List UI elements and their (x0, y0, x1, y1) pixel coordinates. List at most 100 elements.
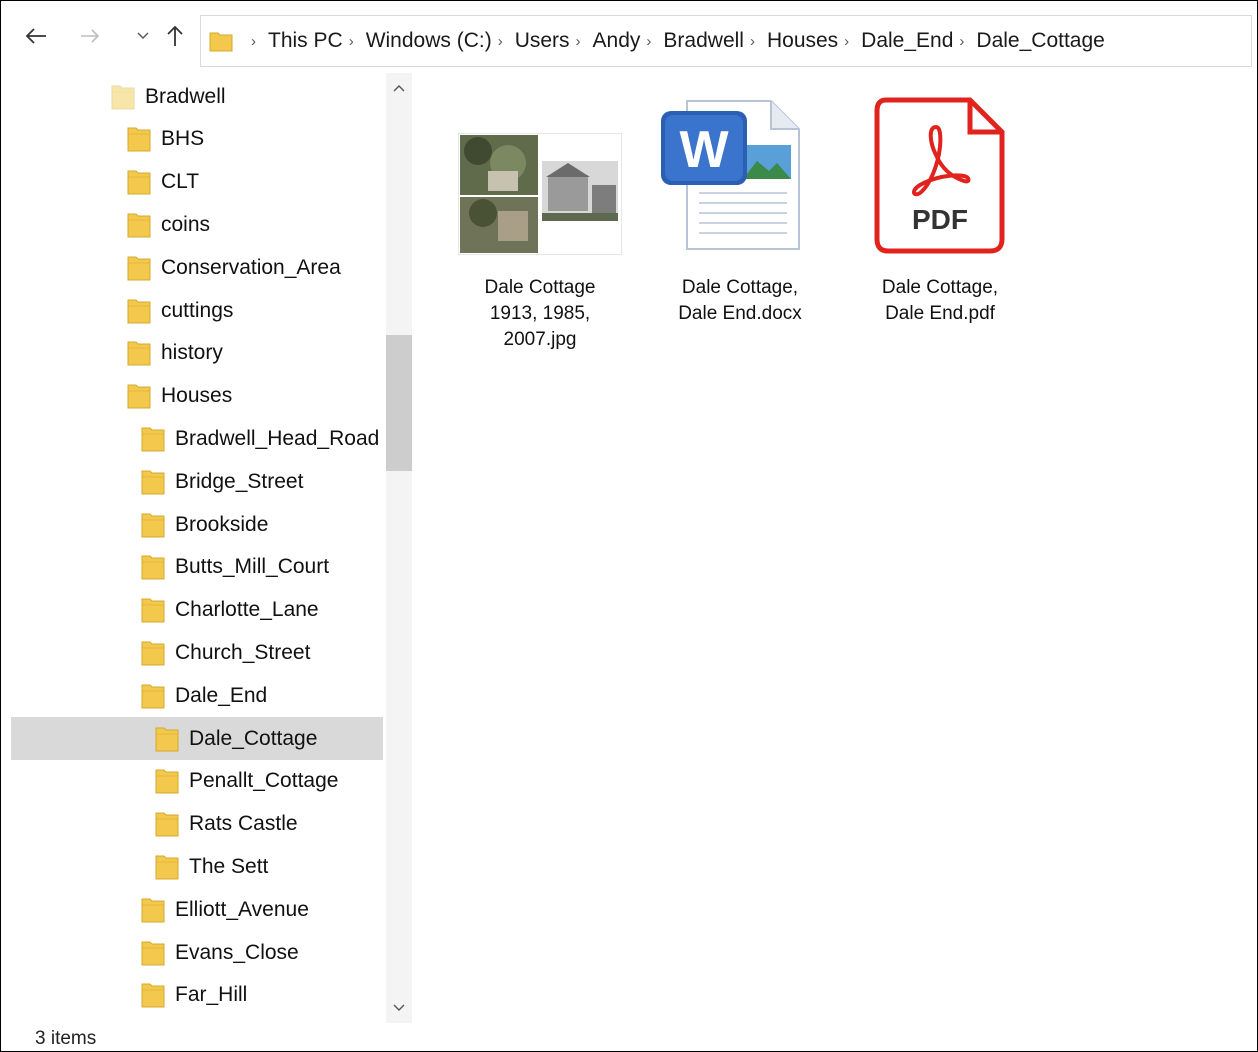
tree-item[interactable]: Dale_End (11, 674, 383, 717)
tree-item[interactable]: Butts_Mill_Court (11, 546, 383, 589)
folder-icon (155, 727, 179, 751)
breadcrumb-item[interactable]: Dale_End (861, 29, 953, 53)
file-name: Dale Cottage, Dale End.pdf (881, 277, 999, 324)
folder-icon (155, 769, 179, 794)
file-item-jpg[interactable]: Dale Cottage 1913, 1985, 2007.jpg (456, 97, 624, 353)
folder-icon (127, 384, 151, 409)
tree-item[interactable]: BHS (11, 118, 383, 161)
tree-item-label: BHS (161, 127, 205, 151)
breadcrumb-separator-icon[interactable]: › (498, 33, 503, 50)
breadcrumb-item[interactable]: Windows (C:) (366, 29, 492, 53)
breadcrumb-separator-icon[interactable]: › (349, 33, 354, 50)
tree-item[interactable]: CLT (11, 161, 383, 204)
scroll-down-button[interactable] (386, 993, 412, 1023)
tree-item-label: Bradwell_Head_Road (175, 426, 380, 450)
tree-item[interactable]: Brookside (11, 503, 383, 546)
word-document-icon: W (656, 97, 824, 275)
tree-item[interactable]: Bradwell (11, 75, 383, 118)
folder-icon (127, 170, 151, 195)
scroll-thumb[interactable] (386, 335, 412, 471)
up-button[interactable] (160, 21, 190, 51)
navigation-bar: › This PC › Windows (C:) › Users › Andy › Bradwel… (1, 1, 1257, 71)
breadcrumb-separator-icon[interactable]: › (251, 33, 256, 50)
tree-item-label: Penallt_Cottage (189, 769, 339, 793)
status-bar: 3 items (1, 1024, 1257, 1051)
tree-item[interactable]: Church_Street (11, 631, 383, 674)
tree-item-label: The Sett (189, 854, 269, 878)
tree-item[interactable]: Charlotte_Lane (11, 589, 383, 632)
folder-icon (111, 85, 135, 109)
pdf-document-icon: PDF (856, 97, 1024, 275)
breadcrumb-separator-icon[interactable]: › (646, 33, 651, 50)
tree-item[interactable]: Conservation_Area (11, 246, 383, 289)
breadcrumb: › This PC › Windows (C:) › Users › Andy › Bradwel… (245, 29, 1105, 53)
folder-icon (127, 256, 151, 281)
breadcrumb-item[interactable]: Users (515, 29, 570, 53)
breadcrumb-separator-icon[interactable]: › (959, 33, 964, 50)
file-name: Dale Cottage 1913, 1985, 2007.jpg (484, 277, 596, 350)
svg-text:PDF: PDF (912, 204, 968, 235)
folder-icon (155, 812, 179, 837)
arrow-left-icon (25, 28, 46, 44)
file-item-docx[interactable]: W Dale Cottage, Dale End.docx (656, 97, 824, 327)
breadcrumb-separator-icon[interactable]: › (750, 33, 755, 50)
tree-item[interactable]: Elliott_Avenue (11, 888, 383, 931)
address-bar[interactable]: › This PC › Windows (C:) › Users › Andy › Bradwel… (200, 15, 1252, 67)
recent-locations-button[interactable] (128, 21, 158, 51)
breadcrumb-item[interactable]: This PC (268, 29, 343, 53)
breadcrumb-item[interactable]: Bradwell (663, 29, 744, 53)
folder-icon (127, 341, 151, 366)
tree-item[interactable]: coins (11, 203, 383, 246)
tree-item[interactable]: Penallt_Cottage (11, 760, 383, 803)
breadcrumb-item[interactable]: Andy (593, 29, 641, 53)
chevron-up-icon (393, 85, 405, 92)
scroll-up-button[interactable] (386, 73, 412, 103)
tree-item-label: Conservation_Area (161, 255, 341, 279)
tree-item[interactable]: Bradwell_Head_Road (11, 417, 383, 460)
tree-item-label: Evans_Close (175, 940, 299, 964)
navigation-pane-scrollbar[interactable] (386, 73, 412, 1023)
folder-icon (127, 299, 151, 323)
tree-item[interactable]: Bridge_Street (11, 460, 383, 503)
folder-icon (141, 598, 165, 623)
file-list: Dale Cottage 1913, 1985, 2007.jpg W Dale… (416, 73, 1257, 1023)
tree-item[interactable]: The Sett (11, 845, 383, 888)
tree-item-label: Elliott_Avenue (175, 897, 309, 921)
tree-item[interactable]: Far_Hill (11, 974, 383, 1017)
tree-item-label: CLT (161, 170, 200, 194)
forward-button[interactable] (75, 21, 105, 51)
folder-icon (141, 983, 165, 1008)
tree-item[interactable]: history (11, 332, 383, 375)
tree-item-label: coins (161, 212, 211, 236)
tree-item[interactable]: Rats Castle (11, 803, 383, 846)
tree-item[interactable]: Houses (11, 375, 383, 418)
tree-item-label: Dale_End (175, 683, 268, 707)
breadcrumb-item[interactable]: Houses (767, 29, 838, 53)
tree-item[interactable]: Dale_Cottage (11, 717, 383, 760)
navigation-pane: Bradwell BHS CLT coins Conservation_Areacutt… (11, 73, 416, 1023)
back-button[interactable] (21, 21, 51, 51)
folder-icon (141, 470, 165, 495)
folder-icon (141, 941, 165, 965)
tree-item-label: Houses (161, 384, 233, 408)
folder-icon (141, 513, 165, 537)
tree-item[interactable]: cuttings (11, 289, 383, 332)
file-explorer-window: › This PC › Windows (C:) › Users › Andy › Bradwel… (0, 0, 1258, 1052)
tree-item-label: cuttings (161, 298, 234, 322)
folder-icon (209, 32, 233, 52)
folder-icon (141, 555, 165, 580)
file-name: Dale Cottage, Dale End.docx (678, 277, 802, 324)
breadcrumb-item[interactable]: Dale_Cottage (976, 29, 1104, 53)
arrow-up-icon (167, 25, 183, 46)
folder-icon (127, 127, 151, 152)
folder-icon (141, 898, 165, 923)
tree-item-label: Church_Street (175, 640, 311, 664)
file-item-pdf[interactable]: PDF Dale Cottage, Dale End.pdf (856, 97, 1024, 327)
tree-item-label: Butts_Mill_Court (175, 555, 330, 579)
image-thumbnail-icon (456, 97, 624, 275)
tree-item[interactable]: Evans_Close (11, 931, 383, 974)
breadcrumb-separator-icon[interactable]: › (844, 33, 849, 50)
breadcrumb-separator-icon[interactable]: › (576, 33, 581, 50)
chevron-down-icon (137, 32, 149, 39)
item-count: 3 items (35, 1028, 97, 1049)
